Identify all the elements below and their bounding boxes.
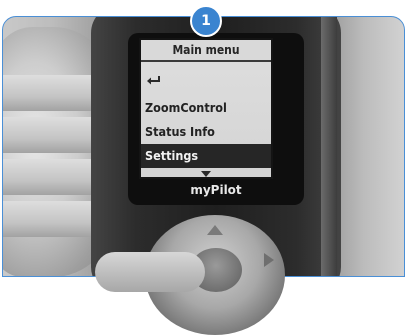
screen-title: Main menu [141,40,271,62]
thumb [95,252,205,292]
triangle-down-icon [201,171,211,177]
menu-item-settings[interactable]: Settings [141,144,271,168]
menu-item-zoomcontrol[interactable]: ZoomControl [141,96,271,120]
device-edge [321,17,337,276]
menu-item-status-info[interactable]: Status Info [141,120,271,144]
arrow-up-icon[interactable] [207,225,223,235]
step-number-badge: 1 [190,5,222,37]
device-screen: Main menu ZoomControl Status Info Settin… [139,38,273,179]
brand-label: myPilot [190,183,242,197]
arrow-right-icon[interactable] [264,253,274,267]
return-arrow-icon[interactable] [146,75,162,87]
